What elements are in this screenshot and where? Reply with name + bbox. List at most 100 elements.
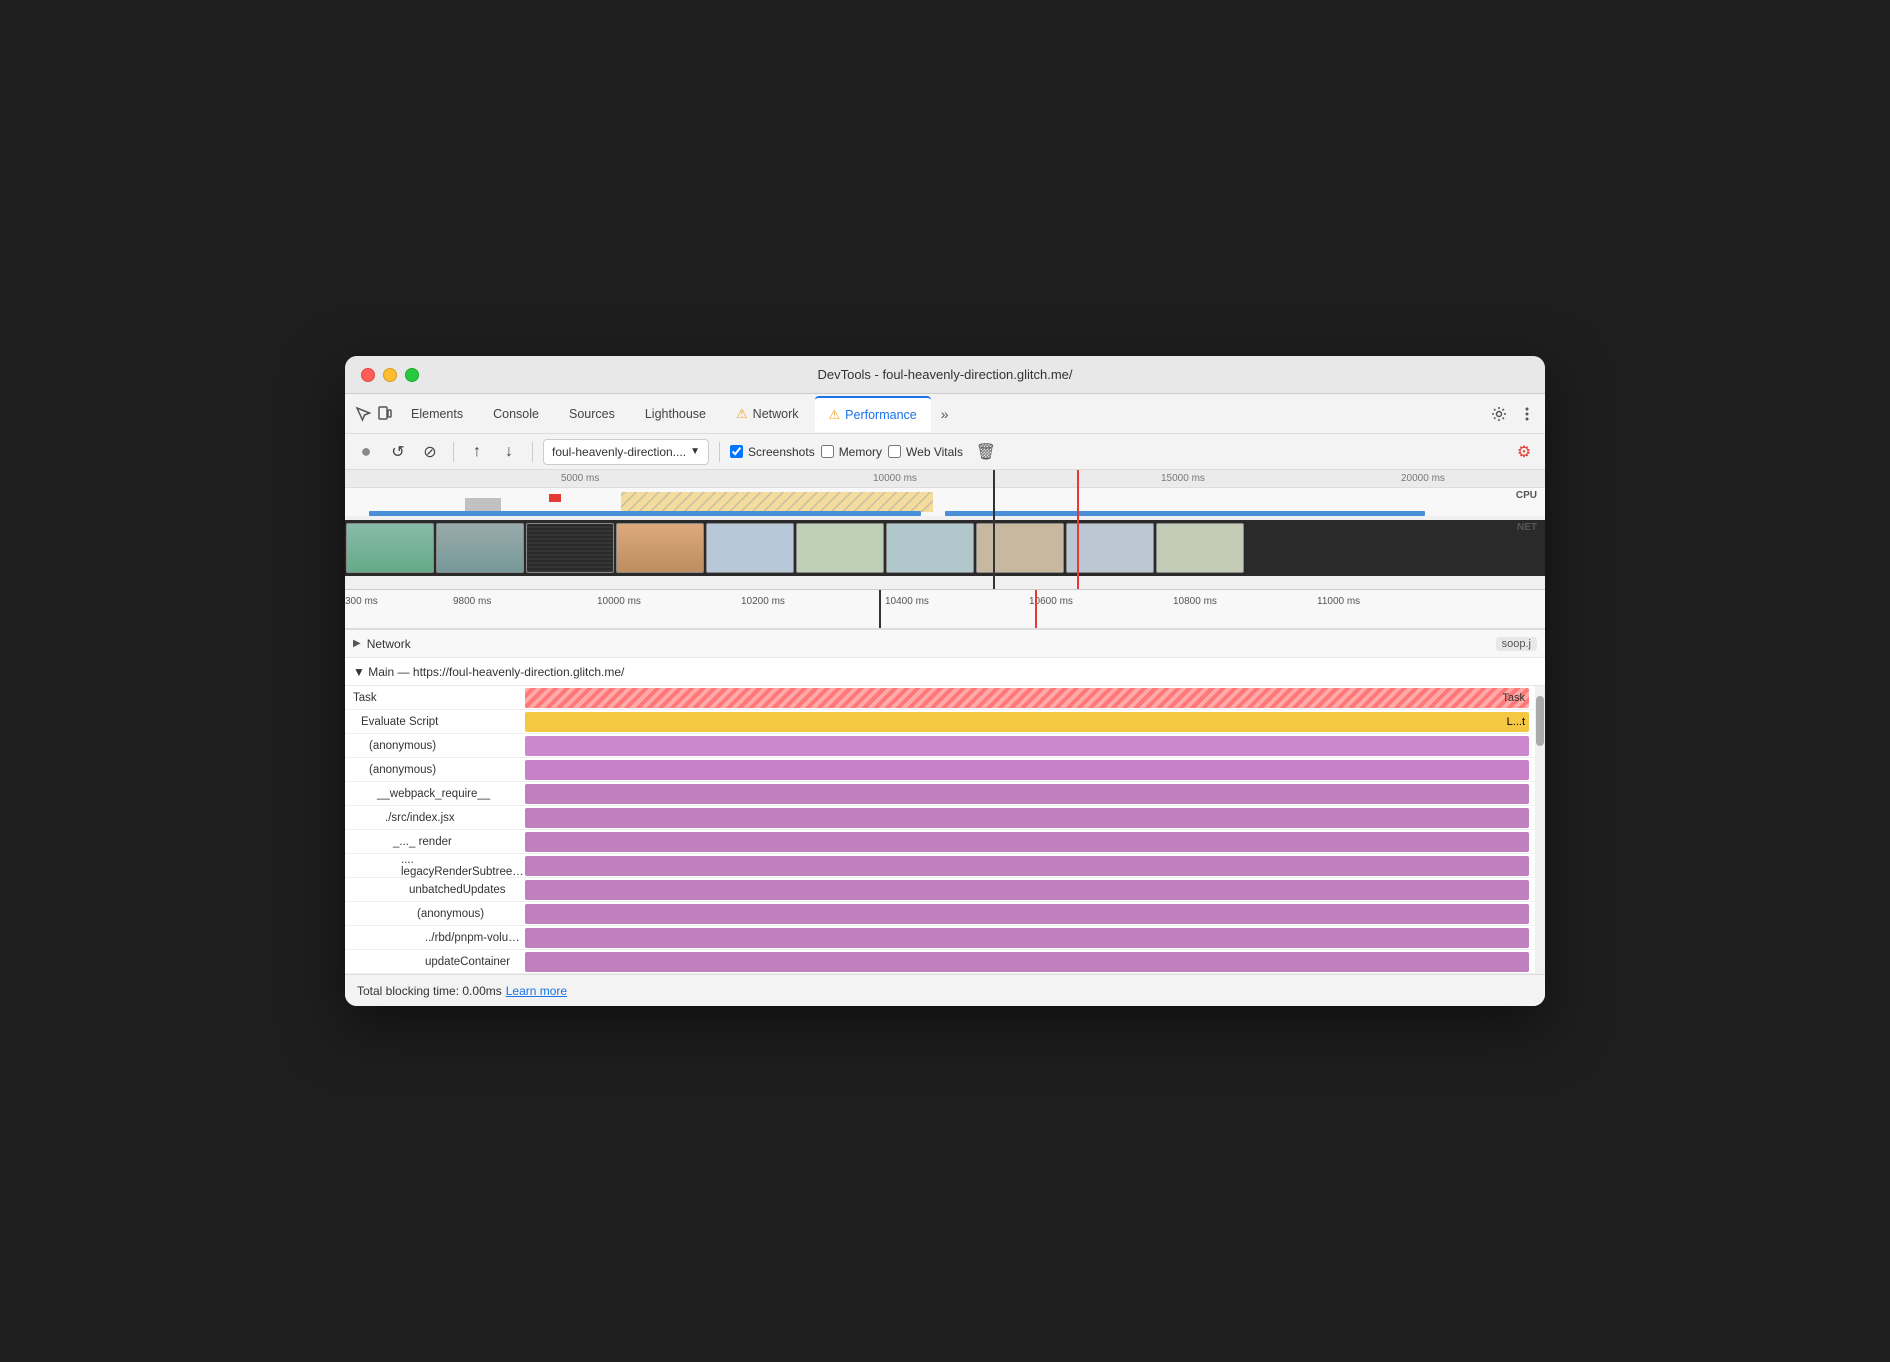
url-select[interactable]: foul-heavenly-direction.... ▼ xyxy=(543,439,709,465)
flame-row-task[interactable]: Task Task xyxy=(345,686,1545,710)
status-text: Total blocking time: 0.00ms xyxy=(357,984,502,998)
tab-network[interactable]: ⚠ Network xyxy=(722,396,813,432)
toolbar-divider-3 xyxy=(719,442,720,462)
web-vitals-checkbox[interactable] xyxy=(888,445,901,458)
net-bar-blue xyxy=(369,511,921,516)
zoomed-tick-300: 300 ms xyxy=(345,596,378,607)
rbd-bar[interactable] xyxy=(525,928,1529,948)
zoomed-cursor-dark xyxy=(879,590,881,628)
render-bar[interactable] xyxy=(525,832,1529,852)
unbatched-bar[interactable] xyxy=(525,880,1529,900)
legacy-bar[interactable] xyxy=(525,856,1529,876)
minimize-button[interactable] xyxy=(383,368,397,382)
device-icon[interactable] xyxy=(375,404,395,424)
tab-elements[interactable]: Elements xyxy=(397,396,477,432)
anon3-label: (anonymous) xyxy=(345,908,525,920)
network-triangle-icon: ▶ xyxy=(353,638,361,649)
ruler-tick-5000: 5000 ms xyxy=(561,473,599,484)
url-select-value: foul-heavenly-direction.... xyxy=(552,445,686,459)
flame-row-webpack[interactable]: __webpack_require__ xyxy=(345,782,1545,806)
flame-row-unbatched[interactable]: unbatchedUpdates xyxy=(345,878,1545,902)
main-content: ▶ Network soop.j ▼ Main — https://foul-h… xyxy=(345,630,1545,974)
tab-bar: Elements Console Sources Lighthouse ⚠ Ne… xyxy=(345,394,1545,434)
cancel-button[interactable]: ⊘ xyxy=(417,439,443,465)
flame-chart: Task Task Evaluate Script L...t xyxy=(345,686,1545,974)
record-button[interactable]: ● xyxy=(353,439,379,465)
close-button[interactable] xyxy=(361,368,375,382)
memory-checkbox-group[interactable]: Memory xyxy=(821,445,882,459)
tab-lighthouse-label: Lighthouse xyxy=(645,407,706,421)
flame-row-evaluate-script[interactable]: Evaluate Script L...t xyxy=(345,710,1545,734)
tab-console[interactable]: Console xyxy=(479,396,553,432)
zoomed-timeline[interactable]: 300 ms 9800 ms 10000 ms 10200 ms 10400 m… xyxy=(345,590,1545,630)
tab-performance[interactable]: ⚠ Performance xyxy=(815,396,931,432)
kebab-icon[interactable] xyxy=(1517,404,1537,424)
flame-row-rbd[interactable]: ../rbd/pnpm-volume/28d7f85f-31d7-4fd8-ab… xyxy=(345,926,1545,950)
scrollbar-thumb[interactable] xyxy=(1536,696,1544,746)
task-label: Task xyxy=(345,692,525,704)
evaluate-script-bar[interactable]: L...t xyxy=(525,712,1529,732)
unbatched-label: unbatchedUpdates xyxy=(345,884,525,896)
legacy-label: .... legacyRenderSubtreeIntoContainer xyxy=(345,854,525,878)
screenshot-thumb-9 xyxy=(1066,523,1154,573)
anon1-bar[interactable] xyxy=(525,736,1529,756)
flame-row-render[interactable]: _..._ render xyxy=(345,830,1545,854)
screenshots-checkbox[interactable] xyxy=(730,445,743,458)
flame-row-anon2[interactable]: (anonymous) xyxy=(345,758,1545,782)
memory-checkbox[interactable] xyxy=(821,445,834,458)
zoomed-tick-11000: 11000 ms xyxy=(1317,596,1360,607)
tab-lighthouse[interactable]: Lighthouse xyxy=(631,396,720,432)
network-section-file: soop.j xyxy=(1496,637,1537,651)
upload-button[interactable]: ↑ xyxy=(464,439,490,465)
indexjsx-bar[interactable] xyxy=(525,808,1529,828)
anon2-bar[interactable] xyxy=(525,760,1529,780)
flame-row-updatecontainer[interactable]: updateContainer xyxy=(345,950,1545,974)
flame-row-legacy[interactable]: .... legacyRenderSubtreeIntoContainer xyxy=(345,854,1545,878)
reload-button[interactable]: ↺ xyxy=(385,439,411,465)
learn-more-link[interactable]: Learn more xyxy=(506,984,567,998)
title-bar: DevTools - foul-heavenly-direction.glitc… xyxy=(345,356,1545,394)
cursor-icon[interactable] xyxy=(353,404,373,424)
scrollbar[interactable] xyxy=(1535,686,1545,974)
screenshot-thumb-5 xyxy=(706,523,794,573)
ruler-tick-20000: 20000 ms xyxy=(1401,473,1445,484)
net-bar-blue2 xyxy=(945,511,1425,516)
download-button[interactable]: ↓ xyxy=(496,439,522,465)
toolbar-right: ⚙ xyxy=(1511,439,1537,465)
performance-warning-icon: ⚠ xyxy=(829,407,841,423)
webpack-bar[interactable] xyxy=(525,784,1529,804)
network-section-row[interactable]: ▶ Network soop.j xyxy=(345,630,1545,658)
web-vitals-label: Web Vitals xyxy=(906,445,963,459)
flame-row-indexjsx[interactable]: ./src/index.jsx xyxy=(345,806,1545,830)
flame-row-anon3[interactable]: (anonymous) xyxy=(345,902,1545,926)
screenshot-thumb-6 xyxy=(796,523,884,573)
tab-console-label: Console xyxy=(493,407,539,421)
anon1-label: (anonymous) xyxy=(369,740,436,752)
zoomed-tick-9800: 9800 ms xyxy=(453,596,491,607)
screenshot-thumb-7 xyxy=(886,523,974,573)
tab-sources[interactable]: Sources xyxy=(555,396,629,432)
screenshots-row xyxy=(345,520,1545,576)
tab-more[interactable]: » xyxy=(933,406,957,422)
maximize-button[interactable] xyxy=(405,368,419,382)
flame-rows: Task Task Evaluate Script L...t xyxy=(345,686,1545,974)
task-bar-right-label: Task xyxy=(1502,692,1525,704)
task-bar[interactable]: Task xyxy=(525,688,1529,708)
web-vitals-checkbox-group[interactable]: Web Vitals xyxy=(888,445,963,459)
screenshots-checkbox-group[interactable]: Screenshots xyxy=(730,445,815,459)
indexjsx-label: ./src/index.jsx xyxy=(345,812,525,824)
screenshot-thumb-10 xyxy=(1156,523,1244,573)
clear-button[interactable]: 🗑 xyxy=(973,439,999,465)
network-section-label: Network xyxy=(367,637,411,651)
cpu-track: CPU xyxy=(345,488,1545,516)
flame-row-anon1[interactable]: (anonymous) xyxy=(345,734,1545,758)
updatecontainer-bar[interactable] xyxy=(525,952,1529,972)
gear-icon[interactable] xyxy=(1489,404,1509,424)
updatecontainer-label: updateContainer xyxy=(345,956,525,968)
tab-network-label: Network xyxy=(753,407,799,421)
settings-button[interactable]: ⚙ xyxy=(1511,439,1537,465)
anon3-bar[interactable] xyxy=(525,904,1529,924)
traffic-lights xyxy=(361,368,419,382)
zoomed-tick-10800: 10800 ms xyxy=(1173,596,1217,607)
net-label: NET xyxy=(1517,522,1537,533)
